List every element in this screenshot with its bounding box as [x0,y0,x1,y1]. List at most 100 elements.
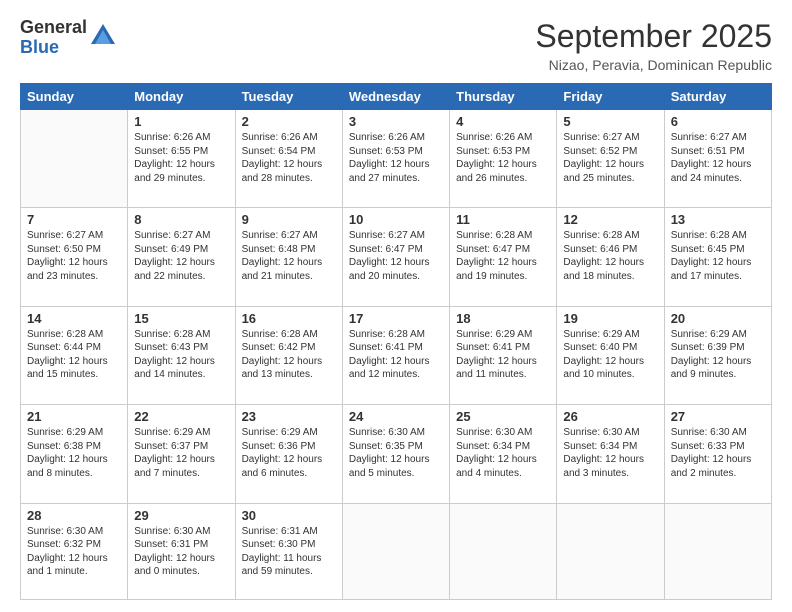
table-row: 14 Sunrise: 6:28 AM Sunset: 6:44 PM Dayli… [21,306,128,404]
day-number: 13 [671,212,765,227]
day-number: 16 [242,311,336,326]
day-number: 18 [456,311,550,326]
day-number: 4 [456,114,550,129]
day-info: Sunrise: 6:30 AM Sunset: 6:34 PM Dayligh… [563,426,657,480]
table-row: 3 Sunrise: 6:26 AM Sunset: 6:53 PM Daylig… [342,110,449,208]
day-number: 21 [27,409,121,424]
table-row: 1 Sunrise: 6:26 AM Sunset: 6:55 PM Daylig… [128,110,235,208]
day-number: 9 [242,212,336,227]
day-number: 1 [134,114,228,129]
day-info: Sunrise: 6:30 AM Sunset: 6:32 PM Dayligh… [27,525,121,579]
table-row: 8Sunrise: 6:27 AM Sunset: 6:49 PM Daylig… [128,208,235,306]
day-info: Sunrise: 6:30 AM Sunset: 6:33 PM Dayligh… [671,426,765,480]
day-info: Sunrise: 6:30 AM Sunset: 6:31 PM Dayligh… [134,525,228,579]
col-wednesday: Wednesday [342,84,449,110]
day-number: 28 [27,508,121,523]
day-number: 6 [671,114,765,129]
table-row: 20 Sunrise: 6:29 AM Sunset: 6:39 PM Dayli… [664,306,771,404]
day-number: 10 [349,212,443,227]
table-row [664,503,771,599]
col-monday: Monday [128,84,235,110]
logo: General Blue [20,18,117,58]
table-row: 10 Sunrise: 6:27 AM Sunset: 6:47 PM Dayli… [342,208,449,306]
day-info: Sunrise: 6:29 AM Sunset: 6:39 PM Dayligh… [671,328,765,382]
day-info: Sunrise: 6:30 AM Sunset: 6:34 PM Dayligh… [456,426,550,480]
day-number: 11 [456,212,550,227]
day-number: 29 [134,508,228,523]
day-number: 15 [134,311,228,326]
col-sunday: Sunday [21,84,128,110]
table-row: 25 Sunrise: 6:30 AM Sunset: 6:34 PM Dayli… [450,405,557,503]
day-info: Sunrise: 6:29 AM Sunset: 6:37 PM Dayligh… [134,426,228,480]
day-info: Sunrise: 6:29 AM Sunset: 6:40 PM Dayligh… [563,328,657,382]
table-row: 7 Sunrise: 6:27 AM Sunset: 6:50 PM Daylig… [21,208,128,306]
day-number: 20 [671,311,765,326]
table-row: 11Sunrise: 6:28 AM Sunset: 6:47 PM Dayli… [450,208,557,306]
day-info: Sunrise: 6:28 AM Sunset: 6:41 PM Dayligh… [349,328,443,382]
col-tuesday: Tuesday [235,84,342,110]
day-number: 22 [134,409,228,424]
day-number: 19 [563,311,657,326]
day-info: Sunrise: 6:28 AM Sunset: 6:43 PM Dayligh… [134,328,228,382]
day-number: 2 [242,114,336,129]
table-row: 28 Sunrise: 6:30 AM Sunset: 6:32 PM Dayli… [21,503,128,599]
day-number: 26 [563,409,657,424]
table-row: 30 Sunrise: 6:31 AM Sunset: 6:30 PM Dayli… [235,503,342,599]
table-row [450,503,557,599]
day-number: 3 [349,114,443,129]
day-number: 25 [456,409,550,424]
day-number: 24 [349,409,443,424]
day-info: Sunrise: 6:30 AM Sunset: 6:35 PM Dayligh… [349,426,443,480]
header: General Blue September 2025 Nizao, Perav… [20,18,772,73]
location-subtitle: Nizao, Peravia, Dominican Republic [535,57,772,73]
table-row: 12Sunrise: 6:28 AM Sunset: 6:46 PM Dayli… [557,208,664,306]
table-row: 23Sunrise: 6:29 AM Sunset: 6:36 PM Dayli… [235,405,342,503]
logo-text: General Blue [20,18,87,58]
table-row: 13 Sunrise: 6:28 AM Sunset: 6:45 PM Dayli… [664,208,771,306]
table-row: 17 Sunrise: 6:28 AM Sunset: 6:41 PM Dayli… [342,306,449,404]
day-number: 23 [242,409,336,424]
table-row: 29 Sunrise: 6:30 AM Sunset: 6:31 PM Dayli… [128,503,235,599]
day-info: Sunrise: 6:27 AM Sunset: 6:50 PM Dayligh… [27,229,121,283]
table-row [21,110,128,208]
table-row: 15 Sunrise: 6:28 AM Sunset: 6:43 PM Dayli… [128,306,235,404]
page: General Blue September 2025 Nizao, Perav… [0,0,792,612]
day-info: Sunrise: 6:26 AM Sunset: 6:55 PM Dayligh… [134,131,228,185]
logo-icon [89,22,117,50]
title-block: September 2025 Nizao, Peravia, Dominican… [535,18,772,73]
table-row: 2 Sunrise: 6:26 AM Sunset: 6:54 PM Daylig… [235,110,342,208]
day-info: Sunrise: 6:26 AM Sunset: 6:53 PM Dayligh… [349,131,443,185]
table-row [557,503,664,599]
table-row: 21 Sunrise: 6:29 AM Sunset: 6:38 PM Dayli… [21,405,128,503]
table-row: 16 Sunrise: 6:28 AM Sunset: 6:42 PM Dayli… [235,306,342,404]
day-info: Sunrise: 6:27 AM Sunset: 6:48 PM Dayligh… [242,229,336,283]
table-row: 27 Sunrise: 6:30 AM Sunset: 6:33 PM Dayli… [664,405,771,503]
day-info: Sunrise: 6:27 AM Sunset: 6:47 PM Dayligh… [349,229,443,283]
day-info: Sunrise: 6:28 AM Sunset: 6:44 PM Dayligh… [27,328,121,382]
table-row: 19 Sunrise: 6:29 AM Sunset: 6:40 PM Dayli… [557,306,664,404]
table-row: 6 Sunrise: 6:27 AM Sunset: 6:51 PM Daylig… [664,110,771,208]
day-number: 14 [27,311,121,326]
table-row [342,503,449,599]
day-number: 30 [242,508,336,523]
day-info: Sunrise: 6:28 AM Sunset: 6:45 PM Dayligh… [671,229,765,283]
day-number: 17 [349,311,443,326]
table-row: 26 Sunrise: 6:30 AM Sunset: 6:34 PM Dayli… [557,405,664,503]
col-saturday: Saturday [664,84,771,110]
day-info: Sunrise: 6:29 AM Sunset: 6:38 PM Dayligh… [27,426,121,480]
day-info: Sunrise: 6:27 AM Sunset: 6:52 PM Dayligh… [563,131,657,185]
col-thursday: Thursday [450,84,557,110]
table-row: 24 Sunrise: 6:30 AM Sunset: 6:35 PM Dayli… [342,405,449,503]
calendar-header-row: Sunday Monday Tuesday Wednesday Thursday… [21,84,772,110]
day-number: 27 [671,409,765,424]
logo-general: General [20,18,87,38]
table-row: 5Sunrise: 6:27 AM Sunset: 6:52 PM Daylig… [557,110,664,208]
day-number: 7 [27,212,121,227]
day-info: Sunrise: 6:27 AM Sunset: 6:51 PM Dayligh… [671,131,765,185]
day-info: Sunrise: 6:26 AM Sunset: 6:54 PM Dayligh… [242,131,336,185]
day-info: Sunrise: 6:31 AM Sunset: 6:30 PM Dayligh… [242,525,336,579]
day-number: 8 [134,212,228,227]
day-info: Sunrise: 6:28 AM Sunset: 6:42 PM Dayligh… [242,328,336,382]
table-row: 4 Sunrise: 6:26 AM Sunset: 6:53 PM Daylig… [450,110,557,208]
day-info: Sunrise: 6:26 AM Sunset: 6:53 PM Dayligh… [456,131,550,185]
